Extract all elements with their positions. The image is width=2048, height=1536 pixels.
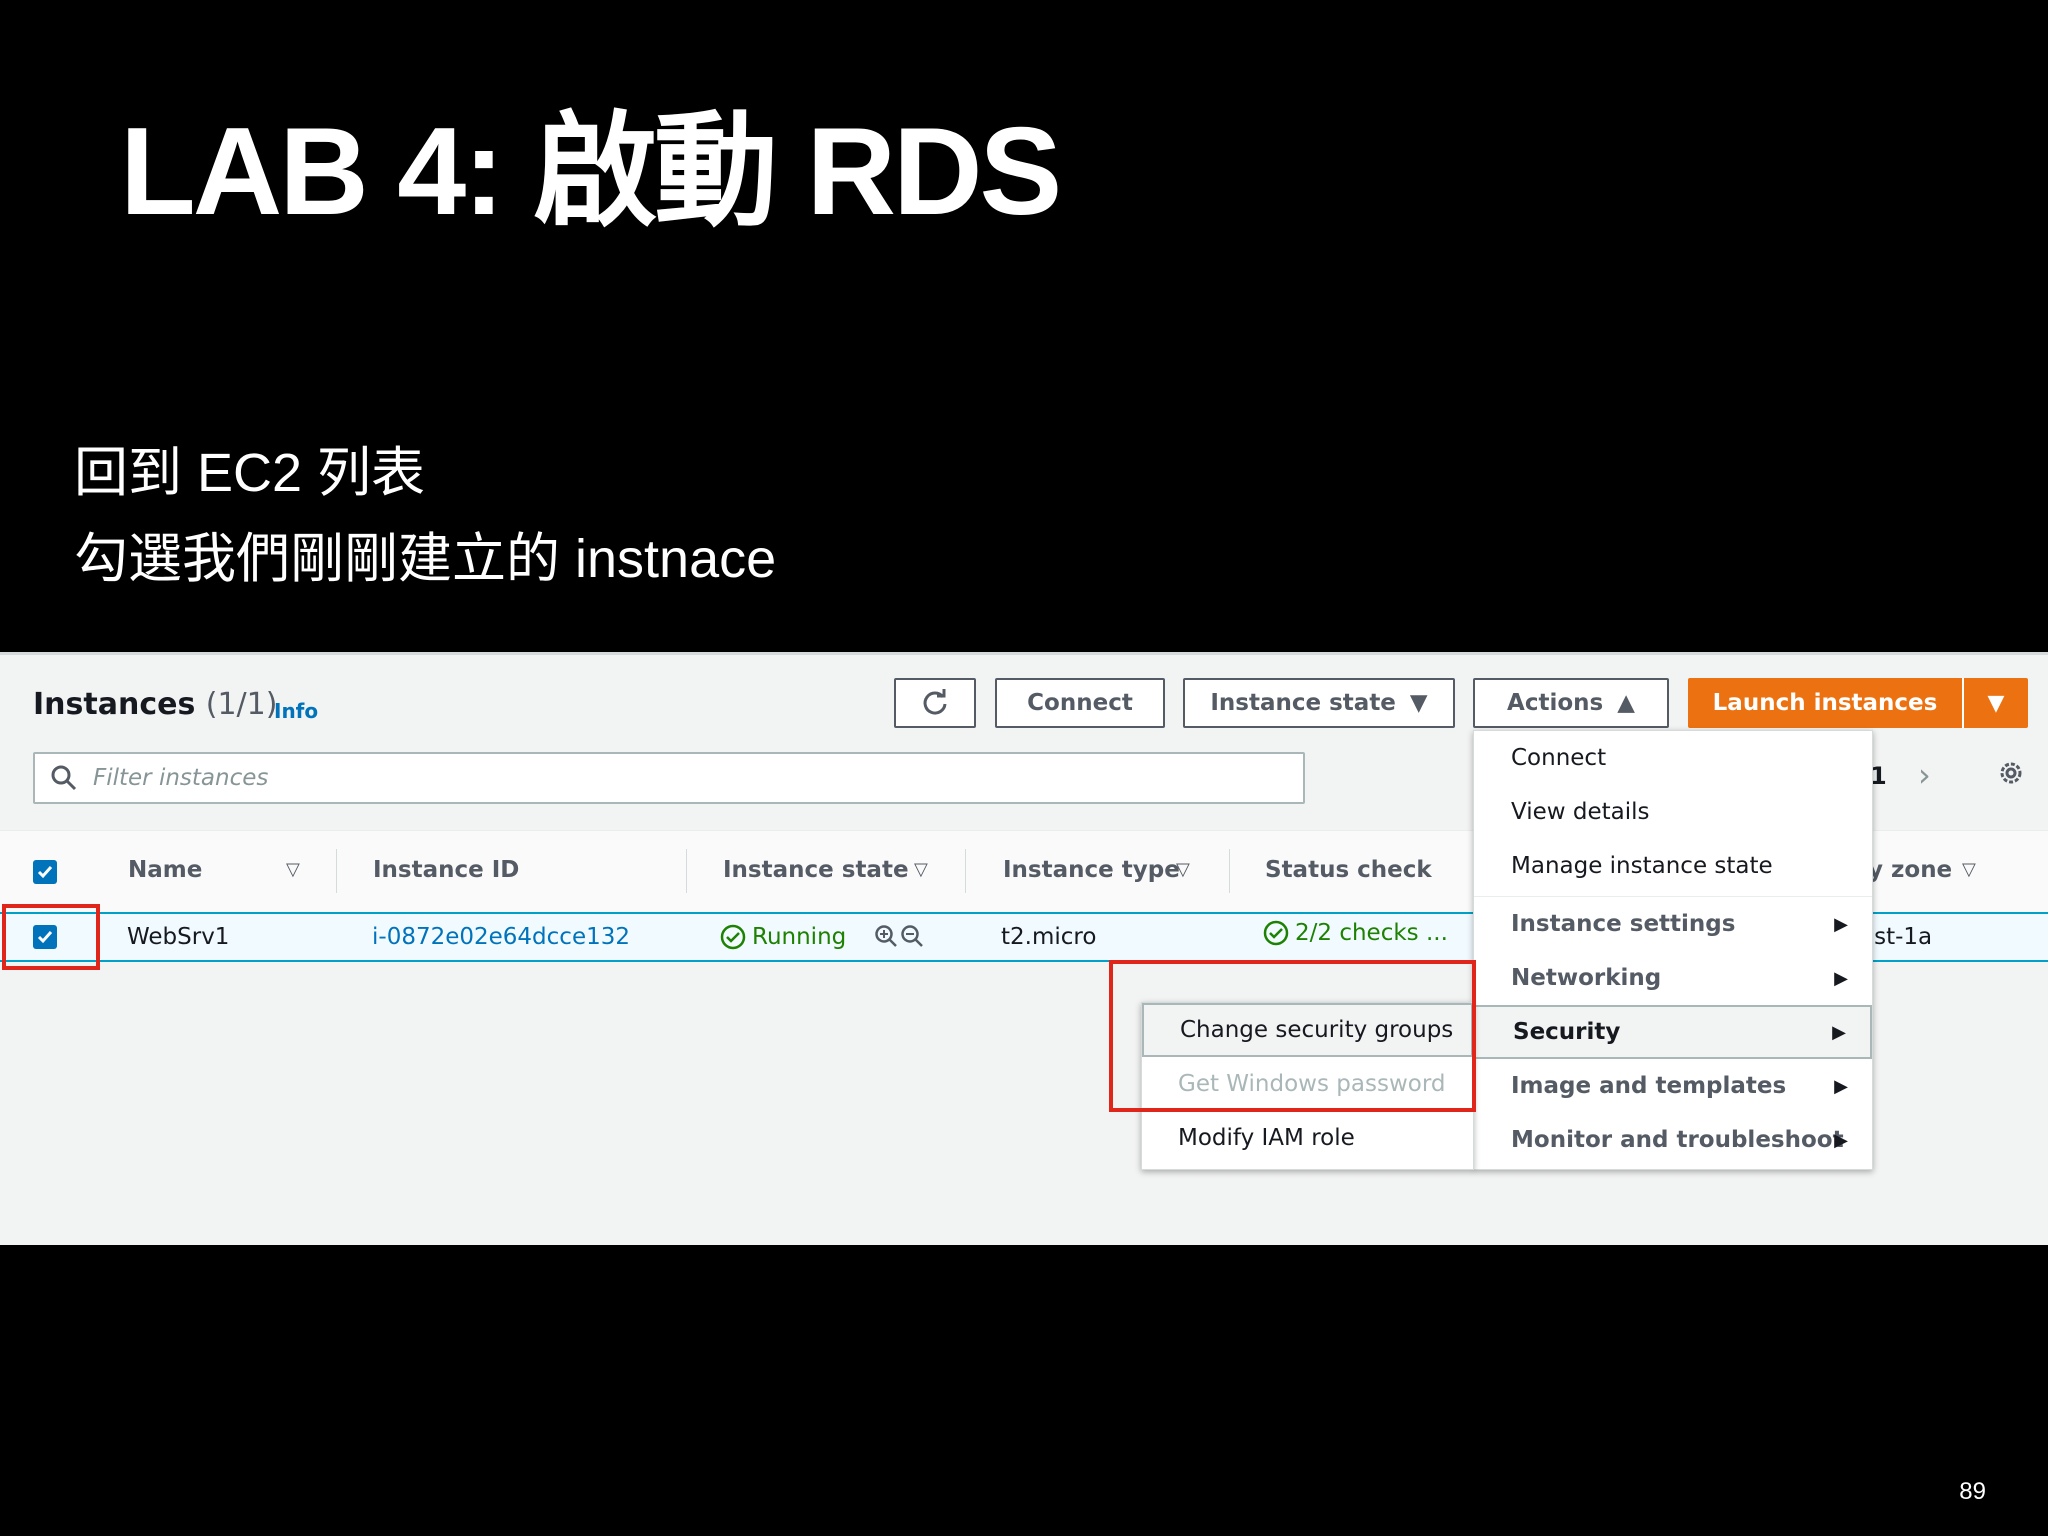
menu-item-monitor-and-troubleshoot[interactable]: Monitor and troubleshoot ▶ xyxy=(1474,1113,1872,1167)
status-check-text: 2/2 checks ... xyxy=(1295,920,1448,946)
submenu-arrow-icon: ▶ xyxy=(1834,913,1848,935)
column-header-name[interactable]: Name xyxy=(128,857,202,883)
search-icon xyxy=(51,765,77,791)
instances-heading: Instances (1/1) xyxy=(33,687,277,722)
launch-instances-label: Launch instances xyxy=(1712,690,1938,716)
gear-icon[interactable] xyxy=(1996,758,2026,788)
caret-down-icon: ▼ xyxy=(1987,690,2005,716)
menu-item-label: Instance settings xyxy=(1511,911,1736,937)
menu-item-connect[interactable]: Connect xyxy=(1474,731,1872,785)
connect-button[interactable]: Connect xyxy=(995,678,1165,728)
divider xyxy=(0,652,2048,655)
checkmark-icon xyxy=(37,866,53,879)
column-separator xyxy=(686,849,687,893)
menu-item-networking[interactable]: Networking ▶ xyxy=(1474,951,1872,1005)
launch-instances-group: Launch instances ▼ xyxy=(1688,678,2028,728)
check-circle-icon xyxy=(720,924,746,950)
page-number: 89 xyxy=(1959,1478,1986,1505)
submenu-arrow-icon: ▶ xyxy=(1834,967,1848,989)
actions-button-label: Actions xyxy=(1507,690,1604,716)
filter-instances-input[interactable] xyxy=(91,764,1245,792)
menu-item-instance-settings[interactable]: Instance settings ▶ xyxy=(1474,897,1872,951)
launch-options-button[interactable]: ▼ xyxy=(1962,678,2028,728)
menu-item-security[interactable]: Security ▶ xyxy=(1474,1005,1872,1059)
menu-item-label: Security xyxy=(1513,1019,1621,1045)
column-header-instance-id[interactable]: Instance ID xyxy=(373,857,519,883)
actions-dropdown-menu: Connect View details Manage instance sta… xyxy=(1473,730,1873,1170)
refresh-button[interactable] xyxy=(894,678,976,728)
menu-item-image-and-templates[interactable]: Image and templates ▶ xyxy=(1474,1059,1872,1113)
filter-instances-box xyxy=(33,752,1305,804)
sort-icon[interactable]: ▽ xyxy=(914,859,928,880)
submenu-arrow-icon: ▶ xyxy=(1832,1021,1846,1043)
zoom-controls xyxy=(874,924,924,948)
menu-item-view-details[interactable]: View details xyxy=(1474,785,1872,839)
column-header-status-check[interactable]: Status check xyxy=(1265,857,1432,883)
menu-item-label: Connect xyxy=(1511,745,1607,771)
slide-title: LAB 4: 啟動 RDS xyxy=(120,103,1062,241)
zoom-out-icon[interactable] xyxy=(900,924,924,948)
cell-instance-id-link[interactable]: i-0872e02e64dcce132 xyxy=(372,924,630,950)
check-circle-icon xyxy=(1263,920,1289,946)
menu-item-manage-instance-state[interactable]: Manage instance state xyxy=(1474,839,1872,893)
info-link[interactable]: Info xyxy=(274,699,318,723)
column-separator xyxy=(336,849,337,893)
select-all-checkbox[interactable] xyxy=(33,860,57,884)
column-header-instance-type[interactable]: Instance type xyxy=(1003,857,1180,883)
actions-button[interactable]: Actions ▲ xyxy=(1473,678,1669,728)
connect-button-label: Connect xyxy=(1027,690,1133,716)
launch-instances-button[interactable]: Launch instances xyxy=(1688,678,1962,728)
instances-heading-label: Instances xyxy=(33,687,196,722)
menu-item-label: View details xyxy=(1511,799,1650,825)
cell-name: WebSrv1 xyxy=(127,924,230,950)
annotation-box-security-groups xyxy=(1109,960,1476,1112)
submenu-arrow-icon: ▶ xyxy=(1834,1075,1848,1097)
instance-state-text: Running xyxy=(752,924,847,950)
menu-item-label: Image and templates xyxy=(1511,1073,1787,1099)
sort-icon[interactable]: ▽ xyxy=(1176,859,1190,880)
cell-instance-type: t2.micro xyxy=(1001,924,1097,950)
refresh-icon xyxy=(923,689,947,715)
column-header-instance-state[interactable]: Instance state xyxy=(723,857,909,883)
menu-item-label: Manage instance state xyxy=(1511,853,1773,879)
slide-body: 回到 EC2 列表 勾選我們剛剛建立的 instnace xyxy=(74,430,776,602)
submenu-item-label: Modify IAM role xyxy=(1178,1125,1355,1151)
chevron-right-icon[interactable]: › xyxy=(1918,756,1931,794)
instance-state-button[interactable]: Instance state ▼ xyxy=(1183,678,1455,728)
column-separator xyxy=(1229,849,1230,893)
zoom-in-icon[interactable] xyxy=(874,924,898,948)
submenu-arrow-icon: ▶ xyxy=(1834,1129,1848,1151)
cell-instance-state: Running xyxy=(720,924,846,950)
caret-up-icon: ▲ xyxy=(1617,690,1635,716)
column-header-availability-zone[interactable]: y zone xyxy=(1868,857,1952,883)
cell-status-check: 2/2 checks ... xyxy=(1263,920,1448,946)
annotation-box-checkbox xyxy=(2,904,100,970)
slide-line-2: 勾選我們剛剛建立的 instnace xyxy=(74,529,777,589)
sort-icon[interactable]: ▽ xyxy=(1962,859,1976,880)
menu-item-label: Monitor and troubleshoot xyxy=(1511,1127,1844,1153)
column-separator xyxy=(965,849,966,893)
sort-icon[interactable]: ▽ xyxy=(286,859,300,880)
submenu-item-modify-iam-role[interactable]: Modify IAM role xyxy=(1142,1111,1473,1165)
menu-item-label: Networking xyxy=(1511,965,1662,991)
ec2-console-screenshot: Instances (1/1) Info Connect Instance st… xyxy=(0,652,2048,1245)
instance-state-button-label: Instance state xyxy=(1210,690,1396,716)
slide-line-1: 回到 EC2 列表 xyxy=(74,443,426,503)
instances-count: (1/1) xyxy=(205,687,278,722)
caret-down-icon: ▼ xyxy=(1409,690,1428,716)
